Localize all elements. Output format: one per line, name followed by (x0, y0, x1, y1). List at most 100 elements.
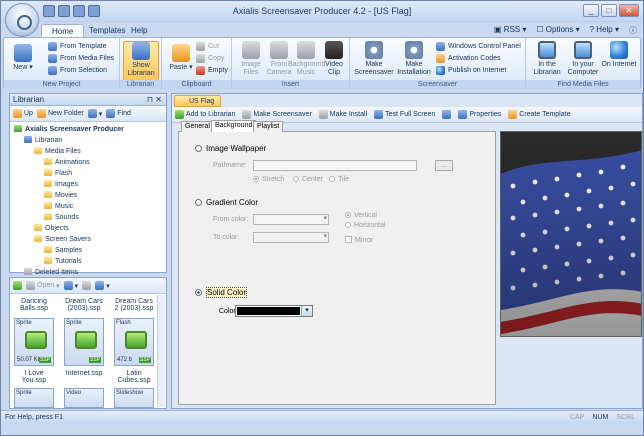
application-menu-button[interactable] (5, 3, 39, 37)
tab-help[interactable]: Help (121, 24, 157, 37)
make-installation-button[interactable]: Make Installation (394, 41, 434, 77)
tab-home[interactable]: Home (41, 24, 85, 37)
view-button[interactable]: ▾ (87, 109, 102, 118)
make-screensaver-button[interactable]: Make Screensaver (354, 41, 394, 77)
tree-images[interactable]: Images (44, 180, 78, 190)
make-screensaver-button[interactable]: Make Screensaver (242, 110, 312, 119)
image-wallpaper-radio[interactable]: Image Wallpaper (195, 144, 266, 153)
folder-icon (44, 158, 52, 165)
close-button[interactable]: ✕ (619, 4, 639, 17)
empty-button[interactable]: Empty (196, 65, 228, 76)
pathname-input[interactable] (253, 160, 417, 171)
file-thumbnail[interactable]: Sprite SSP (64, 318, 104, 366)
install-icon (405, 41, 423, 59)
tree-movies[interactable]: Movies (44, 191, 77, 201)
create-template-button[interactable]: Create Template (508, 110, 570, 119)
to-color-dropdown[interactable] (253, 232, 329, 243)
center-radio[interactable]: Center (293, 176, 323, 183)
make-install-button[interactable]: Make Install (318, 110, 367, 119)
folder-icon (34, 147, 42, 154)
file-thumbnail[interactable]: Sprite 50.07 Kb SSP (14, 318, 54, 366)
document-tab[interactable]: US Flag (174, 95, 222, 107)
windows-control-panel-button[interactable]: Windows Control Panel (436, 41, 521, 52)
up-icon (13, 109, 22, 118)
activation-codes-button[interactable]: Activation Codes (436, 53, 501, 64)
sort-button[interactable] (82, 281, 92, 290)
tree-sounds[interactable]: Sounds (44, 213, 79, 223)
thumbnail-view-button[interactable]: ▾ (63, 281, 78, 290)
scissors-icon (196, 42, 205, 51)
tab-background[interactable]: Background (211, 120, 257, 132)
sort-icon (82, 281, 92, 290)
stretch-radio[interactable]: Stretch (253, 176, 284, 183)
publish-internet-button[interactable]: Publish on Internet (436, 65, 506, 76)
mirror-checkbox[interactable]: Mirror (345, 236, 373, 244)
test-full-screen-button[interactable]: Test Full Screen (374, 110, 435, 119)
about-icon[interactable]: ⓘ (629, 25, 637, 36)
tree-tutorials[interactable]: Tutorials (44, 257, 82, 267)
tree-root[interactable]: Axialis Screensaver Producer (14, 125, 124, 135)
camera-icon (270, 41, 288, 59)
open-button[interactable]: Open ▾ (26, 281, 60, 290)
video-clip-button[interactable]: Video Clip (320, 41, 348, 77)
selection-icon (48, 66, 57, 75)
tree-music[interactable]: Music (44, 202, 73, 212)
file-thumbnail[interactable]: Slideshow (114, 388, 154, 408)
tile-radio[interactable]: Tile (329, 176, 349, 183)
copy-button[interactable]: Copy (196, 53, 224, 64)
rss-link[interactable]: ▣ RSS ▾ (494, 25, 526, 36)
new-folder-button[interactable]: New Folder (36, 109, 84, 118)
from-template-button[interactable]: From Template (48, 41, 107, 52)
from-selection-button[interactable]: From Selection (48, 65, 107, 76)
add-to-librarian-button[interactable]: Add to Librarian (175, 110, 235, 119)
new-button[interactable]: New ▾ (6, 44, 40, 72)
tree-media-files[interactable]: Media Files (34, 147, 81, 157)
horizontal-radio[interactable]: Horizontal (345, 222, 386, 229)
solid-color-radio[interactable]: Solid Color (195, 287, 248, 298)
num-indicator: NUM (592, 414, 609, 421)
find-button[interactable]: Find (106, 109, 131, 118)
paste-button[interactable]: Paste ▾ (164, 44, 198, 72)
file-name: Dream Cars (2003).ssp (65, 298, 103, 312)
browse-button[interactable]: ... (435, 160, 453, 171)
details-view-button[interactable]: ▾ (95, 281, 110, 290)
help-link[interactable]: ? Help ▾ (590, 25, 619, 36)
find-in-librarian-button[interactable]: In the Librarian (528, 41, 566, 77)
background-music-button[interactable]: Background Music (288, 41, 325, 77)
from-media-files-button[interactable]: From Media Files (48, 53, 114, 64)
scroll-indicator: SCRL (616, 414, 635, 421)
properties-button[interactable]: Properties (458, 110, 501, 119)
monitor-icon (538, 41, 556, 59)
file-thumbnail[interactable]: Flash 472 b SSP (114, 318, 154, 366)
folder-icon (44, 202, 52, 209)
minimize-button[interactable]: _ (583, 4, 599, 17)
from-color-dropdown[interactable] (253, 214, 329, 225)
tab-general[interactable]: General (181, 121, 214, 132)
options-link[interactable]: ☐ Options ▾ (536, 25, 579, 36)
file-thumbnail[interactable]: Sprite (14, 388, 54, 408)
tree-samples[interactable]: Samples (44, 246, 82, 256)
toggle-preview-button[interactable] (442, 110, 452, 119)
grid-scrollbar[interactable] (157, 295, 165, 407)
file-name: Latin Cubes.ssp (117, 370, 151, 384)
file-thumbnail[interactable]: Video (64, 388, 104, 408)
find-in-computer-button[interactable]: In your Computer (564, 41, 602, 77)
tree-objects[interactable]: Objects (34, 224, 69, 234)
pin-icon[interactable]: ⊓ ✕ (147, 94, 162, 106)
tree-screen-savers[interactable]: Screen Savers (34, 235, 91, 245)
gradient-color-radio[interactable]: Gradient Color (195, 198, 258, 207)
tree-librarian[interactable]: Librarian (24, 136, 62, 146)
up-button[interactable]: Up (13, 109, 33, 118)
cut-button[interactable]: Cut (196, 41, 219, 52)
find-on-internet-button[interactable]: On Internet (600, 41, 638, 69)
add-button[interactable] (13, 281, 22, 290)
tab-playlist[interactable]: Playlist (253, 121, 284, 132)
show-librarian-button[interactable]: Show Librarian (123, 41, 159, 81)
pathname-label: Pathname: (213, 162, 247, 169)
tree-flash[interactable]: Flash (44, 169, 72, 179)
template-icon (48, 42, 57, 51)
color-picker[interactable]: ▾ (235, 305, 313, 317)
tree-animations[interactable]: Animations (44, 158, 90, 168)
vertical-radio[interactable]: Vertical (345, 212, 377, 219)
maximize-button[interactable]: □ (601, 4, 617, 17)
